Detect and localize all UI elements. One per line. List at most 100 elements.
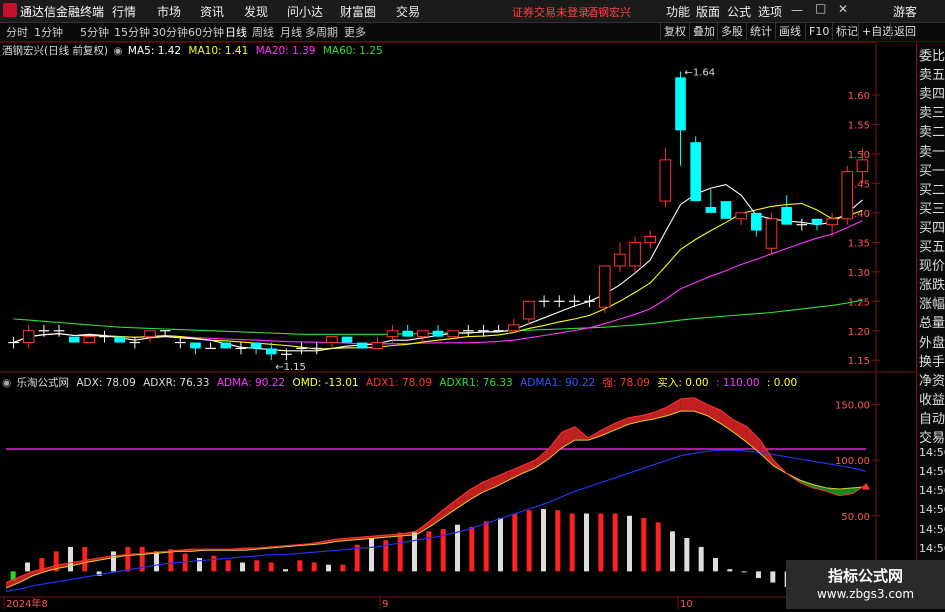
adma1-value: ADMA1: 90.22 [520, 377, 596, 389]
right-panel-label: 净资 [919, 373, 945, 389]
candle-body [114, 336, 125, 343]
adx-fill [522, 460, 536, 474]
right-panel-label: 14:56 [919, 446, 945, 460]
right-quote-panel: 委比 卖五 卖四 卖三 卖二 卖一 买一 买二 买三 买四 买五 现价 涨跌 涨幅 总量 外盘 换手 净资 收益 自动… [916, 42, 945, 612]
candle-body [841, 171, 854, 220]
date-label: 9 [382, 599, 388, 609]
right-panel-label: 卖五 [919, 68, 945, 84]
omd-value: OMD: -13.01 [292, 377, 359, 389]
adx-fill [548, 432, 562, 459]
price-tick-label: 1.20 [848, 327, 870, 338]
right-panel-label: 买二 [919, 182, 945, 198]
right-panel-label: 卖一 [919, 144, 945, 160]
histogram-bar [211, 555, 217, 572]
right-panel-label: 卖四 [919, 87, 945, 103]
histogram-bar [397, 532, 403, 572]
candle-body [629, 241, 641, 267]
ind-tick-label: 150.00 [835, 400, 870, 411]
price-tick-label: 1.15 [848, 356, 870, 367]
histogram-bar [154, 551, 159, 572]
strong-value: 强: 78.09 [602, 377, 650, 389]
right-panel-label: 收益 [919, 392, 945, 408]
histogram-bar [111, 551, 116, 572]
candle-body [250, 342, 262, 349]
histogram-bar [541, 509, 546, 572]
candle-body [765, 218, 778, 249]
watermark-title: 指标公式网 [827, 567, 903, 585]
candle-body [675, 77, 686, 131]
right-panel-label: 自动 [919, 411, 945, 427]
histogram-bar [469, 526, 475, 572]
candle-body [220, 342, 232, 349]
level-value: : 110.00 [715, 377, 760, 389]
candle-body [432, 330, 444, 337]
histogram-bar [125, 546, 131, 572]
right-panel-label: 换手 [919, 354, 945, 370]
histogram-bar [311, 562, 317, 572]
histogram-bar [612, 513, 618, 572]
ma-toggle-icon[interactable]: ◉ [113, 45, 122, 57]
right-panel-label: 交易 [919, 431, 945, 446]
ma5-value: MA5: 1.42 [127, 45, 182, 57]
candle-body [417, 330, 429, 338]
candle-body [83, 336, 96, 344]
adx-fill [720, 410, 734, 433]
candle-body [326, 336, 338, 344]
stock-title: 酒钢宏兴(日线 前复权) [2, 45, 109, 57]
ind-toggle-icon[interactable]: ◉ [2, 377, 11, 389]
candle-body [690, 142, 701, 202]
histogram-bar [598, 513, 604, 572]
histogram-bar [670, 531, 675, 572]
candle-body [190, 342, 201, 349]
kline-chart[interactable]: 1.601.551.501.451.401.351.301.251.201.15… [0, 0, 945, 609]
candle-body [826, 218, 838, 226]
candle-body [751, 212, 762, 231]
histogram-bar [741, 571, 747, 573]
candle-body [144, 330, 156, 338]
candle-body [341, 336, 353, 343]
adma-value: ADMA: 90.22 [216, 377, 286, 389]
candle-body [598, 265, 611, 308]
histogram-bar [68, 546, 73, 572]
candle-body [447, 330, 459, 338]
adx-fill [614, 417, 628, 431]
price-tick-label: 1.55 [848, 121, 870, 132]
candle-body [371, 342, 384, 349]
indicator-panel-info: ◉ 乐淘公式网 ADX: 78.09 ADXR: 76.33 ADMA: 90.… [2, 375, 797, 390]
adxr-value: ADXR: 76.33 [143, 377, 210, 389]
histogram-bar [627, 515, 632, 572]
histogram-bar [512, 513, 518, 572]
right-panel-label: 涨幅 [919, 297, 945, 313]
histogram-bar [254, 560, 260, 572]
right-panel-label: 买五 [919, 240, 945, 255]
price-tick-label: 1.30 [848, 268, 870, 279]
candle-body [68, 336, 80, 343]
date-label: 10 [680, 599, 693, 609]
signal-value: : 0.00 [766, 377, 798, 389]
right-panel-label: 总量 [919, 316, 945, 332]
right-panel-label: 买三 [919, 201, 945, 217]
histogram-bar [326, 564, 331, 572]
watermark-url: www.zbgs3.com [816, 587, 915, 601]
candle-body [720, 201, 732, 219]
candle-body [659, 159, 672, 202]
candle-body [356, 342, 368, 349]
histogram-bar [770, 571, 776, 583]
right-panel-label: 现价 [919, 259, 945, 275]
candle-body [705, 207, 717, 213]
indicator-name: 乐淘公式网 [16, 377, 70, 389]
histogram-bar [283, 569, 288, 572]
price-tick-label: 1.35 [848, 238, 870, 249]
ma20-value: MA20: 1.39 [255, 45, 316, 57]
buy-value: 买入: 0.00 [657, 377, 709, 389]
histogram-bar [655, 522, 661, 572]
right-panel-label: 14:56 [919, 484, 945, 498]
right-panel-label: 14:56 [919, 503, 945, 517]
histogram-bar [641, 517, 647, 572]
candle-body [735, 212, 747, 220]
right-panel-label: 卖二 [919, 125, 945, 141]
histogram-bar [297, 560, 303, 572]
histogram-bar [225, 560, 231, 572]
histogram-bar [727, 569, 733, 572]
candle-body [523, 300, 535, 320]
